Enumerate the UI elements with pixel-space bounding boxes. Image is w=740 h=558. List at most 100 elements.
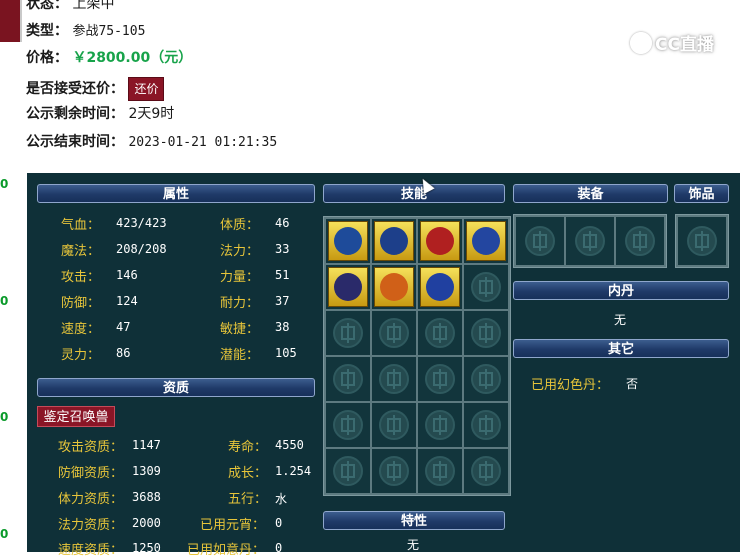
skill-slot[interactable] <box>326 449 370 493</box>
other-header: 其它 <box>513 339 729 358</box>
aptitude-value: 0 <box>275 516 283 530</box>
remaining-time-row: 公示剩余时间： 2天9时 <box>26 104 174 124</box>
skill-slot[interactable] <box>372 311 416 355</box>
side-mark: 0 <box>0 410 9 424</box>
attr-label: 气血： <box>61 218 101 233</box>
skill-slot[interactable] <box>464 265 508 309</box>
skill-emblem <box>472 227 500 255</box>
empty-slot-icon <box>333 364 363 394</box>
skill-emblem <box>334 273 362 301</box>
skill-slot[interactable] <box>372 219 416 263</box>
hourglass-skill-icon <box>328 221 368 261</box>
skill-slot[interactable] <box>326 219 370 263</box>
side-mark: 0 <box>0 177 9 191</box>
attr-label: 法力： <box>220 244 260 259</box>
equipment-slot[interactable] <box>516 217 564 265</box>
skill-slot[interactable] <box>464 449 508 493</box>
skills-header: 技能 <box>323 184 505 203</box>
skill-slot[interactable] <box>418 311 462 355</box>
aptitude-value: 3688 <box>132 490 161 504</box>
empty-slot-icon <box>333 318 363 348</box>
equipment-slot[interactable] <box>566 217 614 265</box>
aptitude-value: 1147 <box>132 438 161 452</box>
identify-pet-button[interactable]: 鉴定召唤兽 <box>37 406 115 427</box>
skill-slot[interactable] <box>326 265 370 309</box>
flame-skill-icon <box>374 267 414 307</box>
aptitude-value: 2000 <box>132 516 161 530</box>
empty-slot-icon <box>425 364 455 394</box>
skill-slot[interactable] <box>464 403 508 447</box>
aptitude-label: 防御资质： <box>58 466 124 481</box>
aptitude-label: 已用元宵： <box>200 518 266 533</box>
skill-slot[interactable] <box>372 403 416 447</box>
aptitude-header: 资质 <box>37 378 315 397</box>
skill-slot[interactable] <box>372 357 416 401</box>
empty-slot-icon <box>379 364 409 394</box>
price-row: 价格： ￥2800.00（元） <box>26 48 192 68</box>
empty-slot-icon <box>333 410 363 440</box>
empty-slot-icon <box>687 226 717 256</box>
counter-offer-button[interactable]: 还价 <box>128 77 165 101</box>
aptitude-value: 0 <box>275 541 283 555</box>
skill-slot[interactable] <box>464 311 508 355</box>
remaining-time-value: 2天9时 <box>128 106 175 122</box>
accessory-slot[interactable] <box>678 217 726 265</box>
empty-slot-icon <box>425 318 455 348</box>
accessory-header: 饰品 <box>674 184 729 203</box>
skill-slot[interactable] <box>372 265 416 309</box>
skill-slot[interactable] <box>418 403 462 447</box>
remaining-time-label: 公示剩余时间： <box>26 106 124 122</box>
aptitude-label: 已用如意丹： <box>187 543 266 558</box>
attr-label: 力量： <box>220 270 260 285</box>
dragon-skill-icon <box>420 267 460 307</box>
attr-label: 耐力： <box>220 296 260 311</box>
attr-label: 灵力： <box>61 348 101 363</box>
skill-slot[interactable] <box>418 449 462 493</box>
empty-slot-icon <box>471 318 501 348</box>
equipment-slot[interactable] <box>616 217 664 265</box>
aptitude-value: 1250 <box>132 541 161 555</box>
empty-slot-icon <box>471 410 501 440</box>
aptitude-value: 4550 <box>275 438 304 452</box>
skill-slot[interactable] <box>326 357 370 401</box>
skill-slot[interactable] <box>372 449 416 493</box>
empty-slot-icon <box>625 226 655 256</box>
empty-slot-icon <box>333 456 363 486</box>
type-row: 类型： 参战75-105 <box>26 21 145 42</box>
skill-slot[interactable] <box>326 311 370 355</box>
price-value: ￥2800.00（元） <box>72 50 193 66</box>
counter-offer-row: 是否接受还价： 还价 <box>26 77 165 101</box>
empty-slot-icon <box>471 456 501 486</box>
skill-slot[interactable] <box>464 357 508 401</box>
empty-slot-icon <box>471 272 501 302</box>
traits-header: 特性 <box>323 511 505 530</box>
accessory-slots <box>675 214 729 268</box>
attr-label: 防御： <box>61 296 101 311</box>
attr-label: 潜能： <box>220 348 260 363</box>
empty-slot-icon <box>379 410 409 440</box>
aptitude-label: 速度资质： <box>58 543 124 558</box>
attr-value: 51 <box>275 268 290 282</box>
skill-slot[interactable] <box>418 219 462 263</box>
aptitude-label: 成长： <box>228 466 268 481</box>
aptitude-label: 体力资质： <box>58 492 124 507</box>
counter-offer-label: 是否接受还价： <box>26 81 124 97</box>
stream-watermark: CC直播 <box>630 30 714 55</box>
end-time-row: 公示结束时间： 2023-01-21 01:21:35 <box>26 132 277 153</box>
skill-emblem <box>380 227 408 255</box>
attributes-header: 属性 <box>37 184 315 203</box>
shrine-skill-icon <box>420 221 460 261</box>
attr-label: 魔法： <box>61 244 101 259</box>
type-value: 参战75-105 <box>72 24 146 39</box>
dye-used-value: 否 <box>626 377 639 391</box>
skill-slot[interactable] <box>326 403 370 447</box>
attr-value: 33 <box>275 242 290 256</box>
inner-core-header: 内丹 <box>513 281 729 300</box>
skill-emblem <box>426 227 454 255</box>
end-time-value: 2023-01-21 01:21:35 <box>128 135 278 150</box>
skill-slot[interactable] <box>464 219 508 263</box>
skill-slot[interactable] <box>418 357 462 401</box>
skill-slot[interactable] <box>418 265 462 309</box>
aptitude-label: 法力资质： <box>58 518 124 533</box>
skill-emblem <box>380 273 408 301</box>
